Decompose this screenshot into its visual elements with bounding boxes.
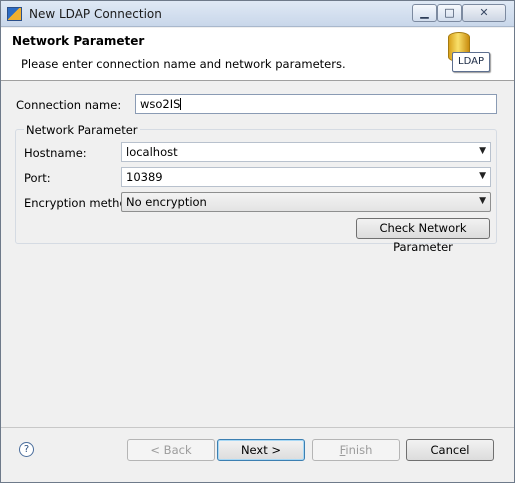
connection-name-value: wso2IS bbox=[140, 97, 181, 111]
chevron-down-icon[interactable]: ▼ bbox=[479, 196, 486, 206]
wizard-header: Network Parameter Please enter connectio… bbox=[1, 28, 514, 81]
maximize-button[interactable]: □ bbox=[437, 4, 462, 22]
page-description: Please enter connection name and network… bbox=[21, 57, 346, 71]
cancel-button[interactable]: Cancel bbox=[406, 439, 494, 461]
check-network-parameter-button[interactable]: Check Network Parameter bbox=[356, 218, 490, 254]
page-title: Network Parameter bbox=[12, 34, 145, 48]
window-title: New LDAP Connection bbox=[29, 7, 162, 21]
title-bar[interactable]: New LDAP Connection ▁ □ ✕ bbox=[1, 1, 514, 27]
network-parameter-group: Network Parameter Hostname: localhost ▼ … bbox=[15, 123, 497, 254]
group-title: Network Parameter bbox=[24, 123, 140, 137]
wizard-footer: ? < Back Next > Finish Cancel bbox=[1, 427, 514, 482]
text-cursor bbox=[180, 98, 182, 110]
chevron-down-icon[interactable]: ▼ bbox=[479, 171, 486, 181]
app-icon bbox=[7, 7, 22, 21]
port-label: Port: bbox=[24, 171, 51, 185]
port-combo[interactable]: 10389 ▼ bbox=[121, 167, 491, 187]
hostname-combo[interactable]: localhost ▼ bbox=[121, 142, 491, 162]
encryption-method-value: No encryption bbox=[126, 195, 207, 209]
connection-name-label: Connection name: bbox=[16, 98, 122, 112]
encryption-method-select[interactable]: No encryption ▼ bbox=[121, 192, 491, 212]
help-icon[interactable]: ? bbox=[19, 442, 34, 457]
connection-name-input[interactable]: wso2IS bbox=[135, 94, 497, 114]
ldap-logo-label: LDAP bbox=[452, 52, 490, 72]
hostname-label: Hostname: bbox=[24, 146, 87, 160]
finish-button[interactable]: Finish bbox=[312, 439, 400, 461]
ldap-database-icon: LDAP bbox=[444, 32, 494, 76]
close-button[interactable]: ✕ bbox=[462, 4, 506, 22]
next-button[interactable]: Next > bbox=[217, 439, 305, 461]
dialog-window: New LDAP Connection ▁ □ ✕ Network Parame… bbox=[0, 0, 515, 483]
hostname-value: localhost bbox=[126, 145, 178, 159]
minimize-button[interactable]: ▁ bbox=[412, 4, 437, 22]
back-button[interactable]: < Back bbox=[127, 439, 215, 461]
finish-label-rest: inish bbox=[345, 443, 373, 457]
port-value: 10389 bbox=[126, 170, 163, 184]
chevron-down-icon[interactable]: ▼ bbox=[479, 146, 486, 156]
wizard-content: Connection name: wso2IS Network Paramete… bbox=[1, 82, 514, 427]
